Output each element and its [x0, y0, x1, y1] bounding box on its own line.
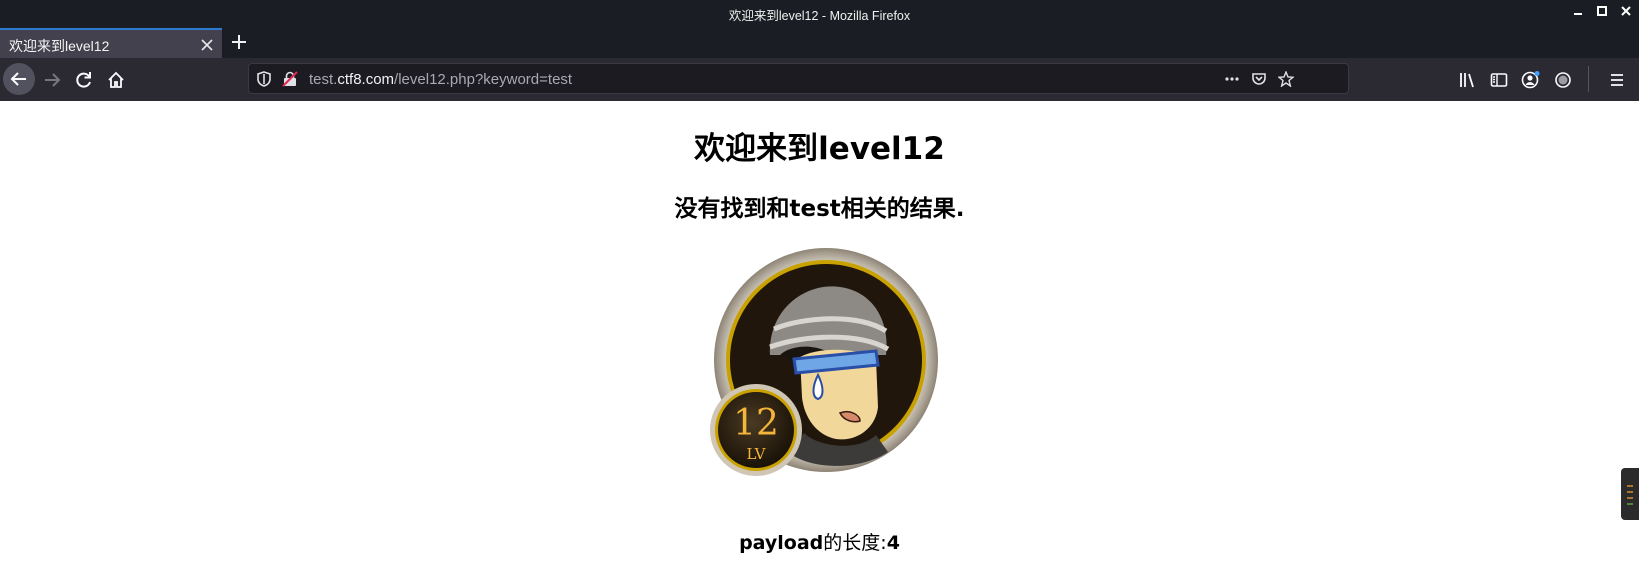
- tab-level12[interactable]: 欢迎来到level12: [0, 28, 222, 58]
- back-arrow-icon: [10, 72, 26, 86]
- extension-icon: [1555, 72, 1571, 88]
- tab-close-icon[interactable]: [201, 36, 213, 55]
- menu-button[interactable]: [1603, 66, 1631, 94]
- menu-icon: [1611, 74, 1623, 86]
- result-suffix: 相关的结果.: [840, 196, 965, 222]
- tab-strip: 欢迎来到level12: [0, 25, 1639, 58]
- result-keyword: test: [789, 196, 841, 222]
- level-avatar-image: 12 LV: [710, 248, 938, 476]
- extension-button[interactable]: [1549, 66, 1577, 94]
- badge-number: 12: [733, 403, 779, 444]
- result-prefix: 没有找到和: [674, 196, 790, 222]
- library-icon: [1460, 73, 1474, 88]
- window-title: 欢迎来到level12 - Mozilla Firefox: [728, 9, 911, 23]
- sidebar-icon: [1490, 73, 1508, 87]
- page-content: 欢迎来到level12 没有找到和test相关的结果. 12 LV payloa…: [0, 101, 1639, 584]
- sidebar-button[interactable]: [1485, 66, 1513, 94]
- star-icon[interactable]: [1277, 70, 1295, 88]
- payload-length: 4: [886, 532, 900, 554]
- search-result-message: 没有找到和test相关的结果.: [0, 189, 1639, 223]
- minimize-button[interactable]: [1571, 3, 1585, 19]
- url-text[interactable]: test.ctf8.com/level12.php?keyword=test: [309, 71, 572, 88]
- pocket-icon[interactable]: [1250, 70, 1268, 88]
- url-bar[interactable]: test.ctf8.com/level12.php?keyword=test: [248, 63, 1349, 94]
- url-domain: ctf8.com: [337, 71, 395, 88]
- back-button[interactable]: [3, 63, 35, 95]
- home-icon: [108, 71, 124, 88]
- account-button[interactable]: [1517, 66, 1545, 94]
- badge-lv: LV: [746, 445, 766, 463]
- url-prefix: test.: [309, 71, 338, 88]
- payload-length-text: payload的长度:4: [0, 528, 1639, 555]
- maximize-button[interactable]: [1595, 3, 1609, 19]
- url-path: /level12.php?keyword=test: [394, 71, 573, 88]
- insecure-lock-icon[interactable]: [281, 70, 299, 88]
- new-tab-button[interactable]: [228, 31, 250, 53]
- reload-button[interactable]: [70, 66, 98, 94]
- forward-button[interactable]: [38, 66, 66, 94]
- forward-arrow-icon: [45, 73, 61, 87]
- window-titlebar: 欢迎来到level12 - Mozilla Firefox: [0, 0, 1639, 25]
- more-icon[interactable]: [1223, 70, 1241, 88]
- close-window-button[interactable]: [1619, 3, 1633, 19]
- reload-icon: [76, 72, 91, 88]
- navigation-toolbar: test.ctf8.com/level12.php?keyword=test: [0, 58, 1639, 102]
- tab-label: 欢迎来到level12: [9, 38, 110, 54]
- library-button[interactable]: [1453, 66, 1481, 94]
- payload-label: payload: [739, 532, 824, 554]
- side-panel-handle[interactable]: [1621, 468, 1639, 520]
- home-button[interactable]: [102, 66, 130, 94]
- payload-mid: 的长度:: [823, 532, 887, 554]
- shield-icon[interactable]: [255, 70, 273, 88]
- page-title: 欢迎来到level12: [694, 131, 945, 167]
- account-icon: [1521, 71, 1540, 89]
